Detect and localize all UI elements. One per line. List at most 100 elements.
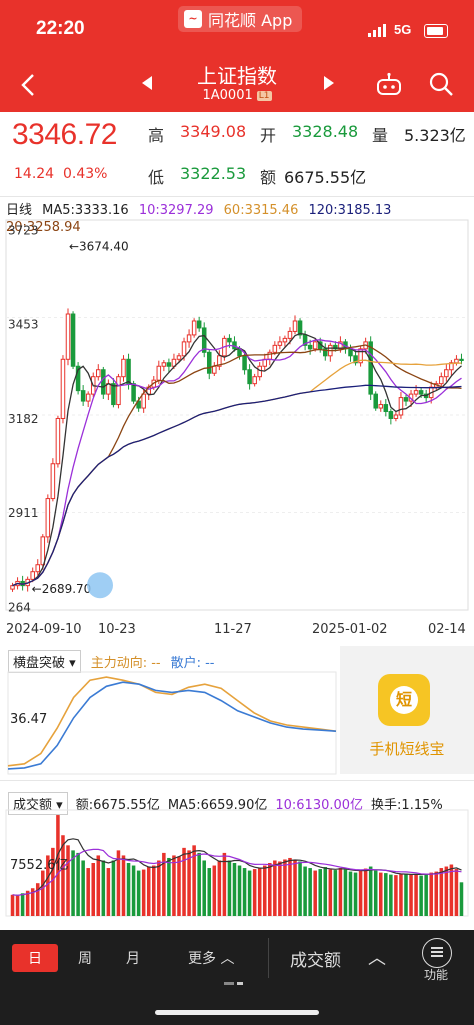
- candle-body: [96, 369, 101, 378]
- more-periods-button[interactable]: 更多 ︿: [188, 948, 234, 968]
- volume-bar: [141, 869, 146, 916]
- candle-body: [85, 393, 91, 402]
- candle-body: [307, 344, 313, 350]
- volume-bar: [126, 863, 131, 916]
- volume-bar: [96, 855, 101, 916]
- indicator-switch-button[interactable]: 成交额: [290, 946, 341, 971]
- volume-bar: [394, 875, 398, 916]
- volume-bar: [252, 869, 257, 916]
- price-change: 14.24 0.43%: [14, 166, 107, 182]
- candle-body: [277, 341, 283, 346]
- candle-body: [181, 341, 187, 357]
- candle-body: [373, 393, 378, 409]
- volume-bar: [429, 872, 433, 916]
- indicator-tick: 36.47: [10, 712, 48, 727]
- stock-code: 1A0001 L1: [0, 88, 474, 103]
- open-label: 开: [260, 126, 277, 145]
- candle-body: [50, 463, 56, 500]
- candle-body: [35, 564, 41, 573]
- candle-body: [206, 351, 212, 374]
- candle-body: [65, 313, 71, 360]
- volume-bar: [121, 855, 126, 916]
- volume-bar: [197, 852, 201, 916]
- candle-body: [378, 404, 384, 409]
- x-tick: 02-14: [428, 622, 466, 637]
- candle-body: [227, 337, 232, 343]
- app-label: ~ 同花顺 App: [178, 6, 303, 32]
- indicator-chart[interactable]: [0, 668, 340, 778]
- period-week-tab[interactable]: 周: [78, 948, 92, 968]
- ad-banner[interactable]: 短 手机短线宝: [340, 646, 474, 774]
- volume-bar: [172, 855, 176, 916]
- volume-bar: [136, 870, 141, 916]
- low-label: 低: [148, 168, 165, 187]
- app-name: 同花顺 App: [208, 11, 293, 30]
- volume-bar: [343, 869, 348, 916]
- volume-bar: [71, 850, 75, 916]
- volume-bar: [242, 868, 247, 916]
- x-tick: 2025-01-02: [312, 622, 388, 637]
- volume-bar: [217, 860, 222, 916]
- ad-title: 手机短线宝: [369, 740, 445, 758]
- candle-body: [272, 344, 278, 353]
- y-tick-label: 3453: [8, 317, 39, 331]
- robot-assistant-icon[interactable]: [376, 72, 402, 96]
- network-type: 5G: [394, 22, 412, 37]
- volume-bar: [293, 860, 297, 916]
- candle-body: [312, 341, 318, 350]
- high-value: 3349.08: [180, 122, 247, 141]
- volume-bar: [333, 870, 338, 916]
- volume-bar: [363, 868, 368, 916]
- candle-body: [156, 365, 162, 381]
- volume-bar: [20, 893, 25, 916]
- menu-icon[interactable]: [422, 938, 452, 968]
- change-value: 14.24: [14, 166, 55, 182]
- volume-bar: [268, 863, 272, 916]
- stock-code-text: 1A0001: [202, 88, 253, 103]
- x-tick: 2024-09-10: [6, 622, 82, 637]
- volume-bar: [459, 882, 464, 916]
- volume-bar: [81, 860, 85, 916]
- low-annotation: ←2689.70: [32, 582, 92, 596]
- ad-app-icon: 短: [378, 674, 430, 726]
- candle-body: [116, 376, 121, 406]
- candlestick-chart[interactable]: 3723 3453 3182 2911 264 ←3674.40 ←2689.70: [0, 214, 474, 614]
- volume-label: 量: [372, 126, 389, 145]
- volume-bar: [131, 865, 136, 916]
- search-icon[interactable]: [428, 71, 454, 97]
- divider: [268, 938, 269, 978]
- candle-body: [287, 330, 293, 339]
- chevron-up-icon[interactable]: ︿: [368, 944, 386, 970]
- candle-body: [131, 383, 136, 402]
- candle-body: [459, 358, 464, 361]
- volume-chart[interactable]: [0, 808, 474, 920]
- candle-body: [252, 376, 257, 385]
- divider: [0, 780, 474, 781]
- function-label[interactable]: 功能: [424, 966, 448, 983]
- high-annotation: ←3674.40: [69, 239, 129, 253]
- volume-bar: [202, 860, 206, 916]
- battery-icon: [424, 24, 448, 38]
- page-indicator: [224, 982, 250, 987]
- chart-tool-icon: [87, 572, 113, 599]
- divider: [0, 196, 474, 197]
- volume-bar: [262, 865, 267, 916]
- volume-bar: [404, 873, 408, 916]
- volume-bar: [384, 873, 388, 916]
- period-month-tab[interactable]: 月: [126, 948, 140, 968]
- candle-body: [191, 320, 197, 336]
- candle-body: [60, 358, 66, 419]
- low-value: 3322.53: [180, 164, 247, 183]
- period-day-tab[interactable]: 日: [12, 944, 58, 972]
- x-tick: 11-27: [214, 622, 252, 637]
- chevron-up-icon: ︿: [220, 951, 235, 967]
- candle-body: [111, 383, 116, 406]
- next-stock-icon[interactable]: [322, 75, 336, 91]
- volume-bar: [323, 867, 328, 916]
- candle-body: [247, 369, 252, 385]
- indicator-frame: [7, 671, 337, 775]
- volume-bar: [414, 874, 418, 916]
- volume-bar: [237, 865, 242, 916]
- volume-bar: [152, 865, 156, 916]
- ad-icon-text: 短: [390, 686, 418, 714]
